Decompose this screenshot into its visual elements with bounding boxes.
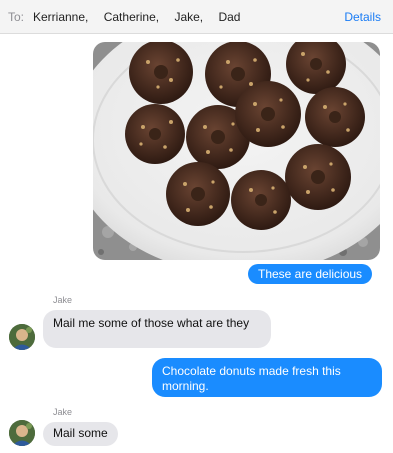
outgoing-message[interactable]: These are delicious	[248, 264, 373, 284]
to-label: To:	[8, 10, 25, 24]
sender-name: Jake	[53, 407, 73, 417]
recipient-list[interactable]: Kerrianne, Catherine, Jake, Dad	[33, 10, 252, 24]
avatar-jake[interactable]	[9, 324, 35, 350]
sender-name: Jake	[53, 295, 73, 305]
recipient-kerrianne[interactable]: Kerrianne,	[33, 10, 88, 24]
outgoing-message[interactable]: Chocolate donuts made fresh this morning…	[152, 358, 382, 397]
conversation-header: To: Kerrianne, Catherine, Jake, Dad Deta…	[0, 0, 393, 34]
incoming-message[interactable]: Mail me some of those what are they	[43, 310, 271, 348]
avatar-jake[interactable]	[9, 420, 35, 446]
recipient-jake[interactable]: Jake,	[174, 10, 203, 24]
details-button[interactable]: Details	[344, 10, 381, 24]
recipient-dad[interactable]: Dad	[218, 10, 240, 24]
photo-attachment[interactable]	[93, 42, 380, 260]
incoming-message[interactable]: Mail some	[43, 422, 118, 446]
recipient-catherine[interactable]: Catherine,	[104, 10, 159, 24]
